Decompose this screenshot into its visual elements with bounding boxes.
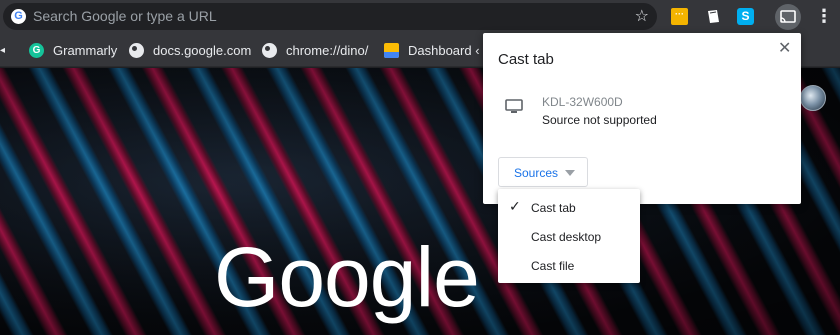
extension-yellow-icon[interactable]: ··· (671, 8, 688, 25)
grammarly-icon: G (29, 42, 44, 58)
device-name[interactable]: KDL-32W600D (542, 95, 623, 109)
cast-dialog-title: Cast tab (498, 51, 554, 68)
browser-toolbar: G Search Google or type a URL ☆ ··· S ⋮ (0, 0, 840, 33)
bookmark-label: chrome://dino/ (286, 42, 369, 58)
menu-item-label: Cast desktop (531, 230, 602, 244)
cast-dialog: Cast tab ✕ KDL-32W600D Source not suppor… (483, 33, 801, 204)
menu-item-label: Cast tab (531, 201, 576, 215)
bookmark-label: Grammarly (53, 42, 118, 58)
suse-icon (384, 42, 399, 58)
bookmark-dashboard[interactable]: Dashboard ‹ F (384, 41, 491, 59)
bookmark-dino[interactable]: chrome://dino/ (262, 41, 368, 59)
chevron-down-icon (565, 170, 575, 176)
bookmark-label: Dashboard ‹ F (408, 42, 492, 58)
google-favicon-icon: G (11, 9, 26, 24)
menu-item-cast-tab[interactable]: ✓ Cast tab (498, 193, 640, 222)
sources-menu: ✓ Cast tab Cast desktop Cast file (498, 189, 640, 283)
bookmark-label: docs.google.com (153, 42, 252, 58)
more-vert-icon[interactable]: ⋮ (815, 5, 833, 27)
check-icon: ✓ (509, 198, 521, 214)
tv-icon (505, 99, 523, 120)
menu-item-cast-file[interactable]: Cast file (498, 251, 640, 280)
globe-icon (262, 42, 277, 58)
google-logo: Google (214, 230, 480, 324)
skype-icon[interactable]: S (737, 8, 754, 25)
omnibox[interactable]: G Search Google or type a URL ☆ (3, 3, 657, 30)
cast-button[interactable] (775, 4, 801, 30)
star-icon[interactable]: ☆ (635, 6, 649, 26)
omnibox-placeholder[interactable]: Search Google or type a URL (33, 8, 217, 24)
close-icon[interactable]: ✕ (778, 38, 791, 58)
bookmark-docs[interactable]: docs.google.com (129, 41, 251, 59)
globe-icon (129, 42, 144, 58)
cast-icon (780, 10, 796, 23)
device-status: Source not supported (542, 113, 657, 127)
bookmarks-overflow-icon[interactable]: ◂ (0, 41, 5, 59)
extension-note-icon[interactable] (705, 8, 722, 25)
menu-item-cast-desktop[interactable]: Cast desktop (498, 222, 640, 251)
sources-label: Sources (514, 166, 559, 180)
menu-item-label: Cast file (531, 259, 575, 273)
bookmark-grammarly[interactable]: G Grammarly (29, 41, 117, 59)
avatar[interactable] (800, 85, 826, 111)
sources-button[interactable]: Sources (498, 157, 588, 187)
